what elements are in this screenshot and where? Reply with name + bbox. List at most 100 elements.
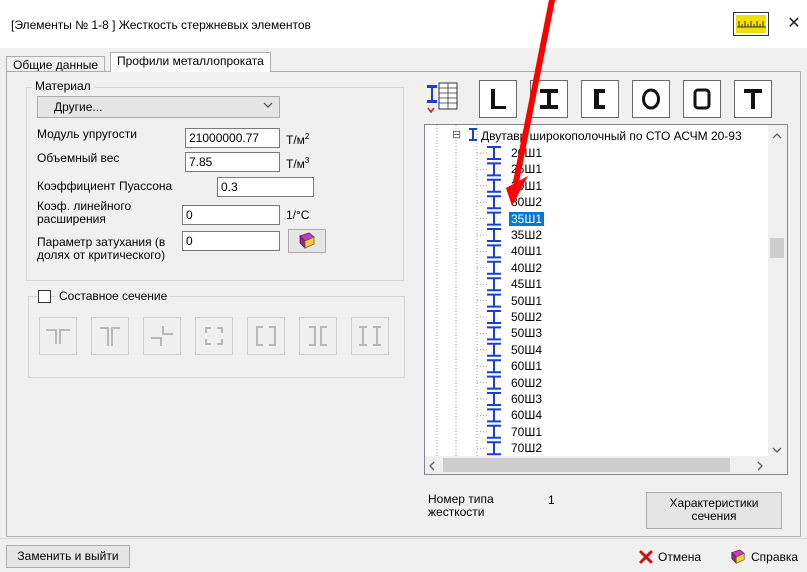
profile-tree[interactable]: ⊟ Двутавр широкополочный по СТО АСЧМ 20-… xyxy=(424,124,788,475)
tree-item[interactable]: 50Ш1 xyxy=(511,294,542,308)
profile-rect-tube-button[interactable] xyxy=(683,80,721,118)
ibeam-icon xyxy=(487,211,501,226)
stiffness-type-number-value: 1 xyxy=(548,493,555,507)
composite-four-angles-box-button[interactable] xyxy=(195,317,233,355)
tree-item[interactable]: 40Ш2 xyxy=(511,261,542,275)
two-channels-box-icon xyxy=(256,326,276,346)
cancel-label: Отмена xyxy=(658,549,702,564)
damping-parameter-input[interactable]: 0 xyxy=(182,231,280,251)
replace-and-exit-button[interactable]: Заменить и выйти xyxy=(6,545,130,568)
tree-lines xyxy=(436,125,501,474)
damping-parameter-label: Параметр затухания (в долях от критическ… xyxy=(37,235,166,262)
tree-item[interactable]: 30Ш1 xyxy=(511,179,542,193)
scroll-up-icon[interactable] xyxy=(772,131,782,142)
ibeam-icon xyxy=(487,342,501,357)
composite-two-channels-box-button[interactable] xyxy=(247,317,285,355)
composite-two-ibeams-button[interactable] xyxy=(351,317,389,355)
ruler-icon xyxy=(736,15,766,33)
tree-item[interactable]: 70Ш2 xyxy=(511,441,542,455)
ibeam-icon xyxy=(487,178,501,193)
volume-weight-label: Объемный вес xyxy=(37,151,120,165)
tree-item[interactable]: 45Ш1 xyxy=(511,277,542,291)
help-button[interactable]: Справка xyxy=(723,545,807,568)
window-title: [Элементы № 1-8 ] Жесткость стержневых э… xyxy=(11,18,311,32)
tree-item[interactable]: 60Ш1 xyxy=(511,359,542,373)
ibeam-icon xyxy=(487,441,501,456)
horizontal-scroll-thumb[interactable] xyxy=(443,458,730,472)
composite-two-angles-tee-button[interactable] xyxy=(39,317,77,355)
tree-horizontal-scrollbar[interactable] xyxy=(425,456,768,474)
tree-item[interactable]: 50Ш3 xyxy=(511,326,542,340)
tab-general-data[interactable]: Общие данные xyxy=(6,56,106,72)
composite-section-checkbox[interactable] xyxy=(38,290,51,303)
channel-profile-icon xyxy=(594,89,605,109)
tree-item[interactable]: 50Ш4 xyxy=(511,343,542,357)
poisson-ratio-input[interactable]: 0.3 xyxy=(217,177,314,197)
ibeam-icon xyxy=(487,293,501,308)
help-label: Справка xyxy=(751,549,799,564)
ruler-button[interactable] xyxy=(733,12,769,36)
profile-channel-button[interactable] xyxy=(581,80,619,118)
ibeam-icon xyxy=(487,359,501,374)
volume-weight-unit: Т/м3 xyxy=(286,156,310,171)
vertical-scroll-thumb[interactable] xyxy=(770,238,784,258)
tree-item[interactable]: 35Ш1 xyxy=(509,211,545,226)
tree-item[interactable]: 60Ш2 xyxy=(511,376,542,390)
ibeam-icon xyxy=(487,195,501,210)
elastic-modulus-label: Модуль упругости xyxy=(37,127,137,141)
ibeam-icon xyxy=(487,162,501,177)
two-angles-tee-icon xyxy=(46,329,70,344)
two-ibeams-icon xyxy=(359,326,381,346)
angle-profile-icon xyxy=(491,89,506,109)
profile-ibeam-button[interactable] xyxy=(530,80,568,118)
chevron-down-icon xyxy=(263,100,273,112)
composite-two-angles-back-button[interactable] xyxy=(91,317,129,355)
tree-collapse-toggle[interactable]: ⊟ xyxy=(452,128,461,142)
scroll-down-icon[interactable] xyxy=(772,445,782,456)
tree-item[interactable]: 25Ш1 xyxy=(511,162,542,176)
volume-weight-input[interactable]: 7.85 xyxy=(185,152,280,172)
tree-item[interactable]: 50Ш2 xyxy=(511,310,542,324)
material-group-label: Материал xyxy=(32,79,94,93)
ibeam-icon xyxy=(487,277,501,292)
ibeam-profile-icon xyxy=(540,89,558,109)
profile-pipe-button[interactable] xyxy=(632,80,670,118)
ibeam-icon xyxy=(487,375,501,390)
tree-item[interactable]: 60Ш4 xyxy=(511,408,542,422)
elastic-modulus-unit: Т/м2 xyxy=(286,132,310,147)
tree-vertical-scrollbar[interactable] xyxy=(768,125,787,456)
scrollbar-corner xyxy=(768,456,787,474)
two-angles-cross-icon xyxy=(151,326,173,346)
ibeam-icon xyxy=(487,228,501,242)
thermal-expansion-label: Коэф. линейного расширения xyxy=(37,199,132,226)
profile-table-icon[interactable] xyxy=(425,81,459,117)
scroll-right-icon[interactable] xyxy=(757,460,763,474)
tree-item[interactable]: 20Ш1 xyxy=(511,146,542,160)
tree-item[interactable]: 35Ш2 xyxy=(511,228,542,242)
profile-angle-button[interactable] xyxy=(479,80,517,118)
book-icon xyxy=(299,232,315,249)
tab-metal-profiles[interactable]: Профили металлопроката xyxy=(110,52,271,72)
poisson-ratio-label: Коэффициент Пуассона xyxy=(37,179,173,193)
section-characteristics-button[interactable]: Характеристики сечения xyxy=(646,492,782,529)
composite-section-label: Составное сечение xyxy=(56,289,171,303)
cancel-button[interactable]: Отмена xyxy=(627,545,717,568)
composite-two-angles-cross-button[interactable] xyxy=(143,317,181,355)
tree-item[interactable]: 30Ш2 xyxy=(511,195,542,209)
thermal-expansion-input[interactable]: 0 xyxy=(182,205,280,225)
cancel-x-icon xyxy=(639,550,653,563)
profile-tee-button[interactable] xyxy=(734,80,772,118)
elastic-modulus-input[interactable]: 21000000.77 xyxy=(185,128,280,148)
tree-item[interactable]: 70Ш1 xyxy=(511,425,542,439)
tree-item[interactable]: 40Ш1 xyxy=(511,244,542,258)
material-library-button[interactable] xyxy=(288,229,326,253)
stiffness-type-number-label: Номер типа жесткости xyxy=(428,492,494,519)
ibeam-icon xyxy=(487,326,501,341)
tree-item[interactable]: 60Ш3 xyxy=(511,392,542,406)
close-button[interactable]: ✕ xyxy=(784,14,804,34)
composite-two-channels-open-button[interactable] xyxy=(299,317,337,355)
thermal-expansion-unit: 1/°C xyxy=(286,208,310,222)
tree-root-item[interactable]: Двутавр широкополочный по СТО АСЧМ 20-93 xyxy=(481,129,742,143)
ibeam-icon xyxy=(487,392,501,406)
scroll-left-icon[interactable] xyxy=(429,460,435,474)
